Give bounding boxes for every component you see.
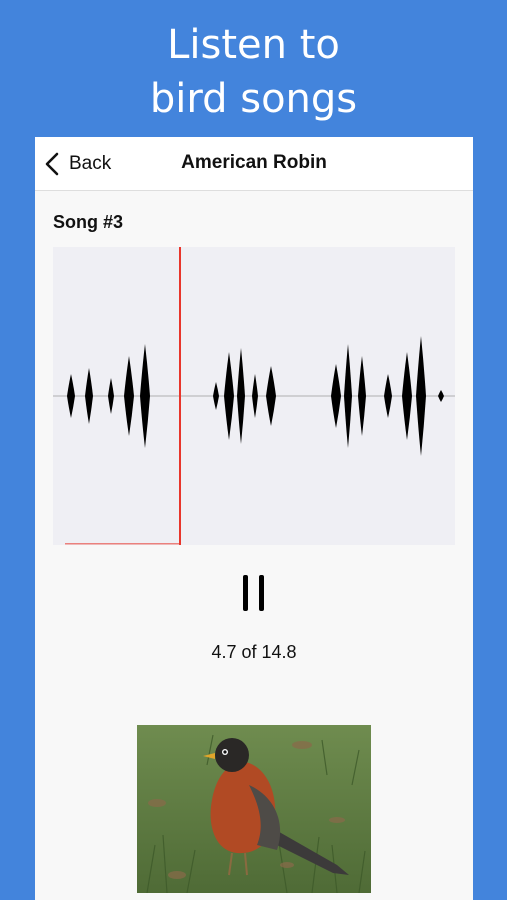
song-label: Song #3 <box>53 212 124 232</box>
waveform-syllable <box>402 352 412 440</box>
waveform-syllable <box>224 352 234 440</box>
waveform-syllable <box>213 382 219 410</box>
waveform-syllable <box>237 348 245 444</box>
page-title: American Robin <box>181 152 327 173</box>
waveform-syllable <box>124 356 134 436</box>
waveform-syllable <box>438 390 444 402</box>
waveform-display[interactable] <box>53 247 455 545</box>
phone-screen: Back American Robin Song #3 4.7 of 14.8 <box>35 137 473 900</box>
waveform-syllable <box>344 344 352 448</box>
pause-button[interactable] <box>239 571 269 613</box>
headline-line-1: Listen to <box>167 22 340 68</box>
pause-icon-bar-right <box>259 575 264 611</box>
playback-time-readout: 4.7 of 14.8 <box>211 642 297 662</box>
waveform-syllable <box>252 374 258 418</box>
waveform-syllable <box>416 336 426 456</box>
waveform-syllable <box>108 378 114 414</box>
waveform-syllable <box>266 366 276 426</box>
waveform-syllable <box>67 374 75 418</box>
headline: Listen to bird songs <box>0 18 507 126</box>
progress-strip <box>65 543 180 545</box>
navigation-bar: Back American Robin <box>35 137 473 191</box>
waveform-syllable <box>384 374 392 418</box>
waveform-syllable <box>140 344 150 448</box>
waveform-svg <box>53 247 455 545</box>
waveform-syllable <box>358 356 366 436</box>
waveform-syllable <box>331 364 341 428</box>
headline-line-2: bird songs <box>149 76 358 122</box>
bird-photo <box>137 725 371 893</box>
waveform-syllable <box>85 368 93 424</box>
bird-illustration <box>137 725 371 893</box>
pause-icon-bar-left <box>243 575 248 611</box>
